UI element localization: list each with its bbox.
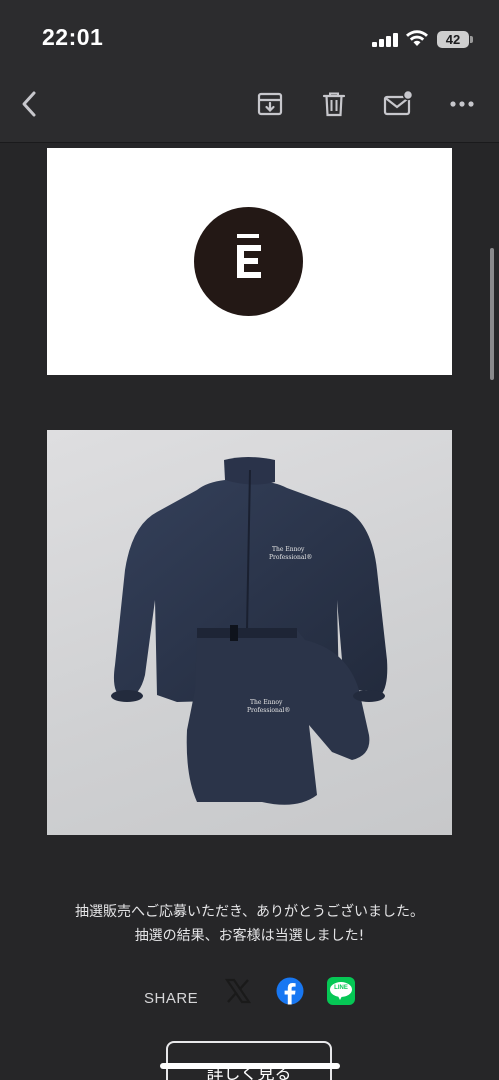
delete-button[interactable] xyxy=(318,88,350,120)
message-line-1: 抽選販売へご応募いただき、ありがとうございました。 xyxy=(74,904,425,920)
status-time: 22:01 xyxy=(42,24,104,50)
ennoy-logo xyxy=(194,207,303,316)
x-logo-icon[interactable] xyxy=(224,977,252,1005)
message-line-2: 抽選の結果、お客様は当選しました! xyxy=(134,928,365,944)
mail-unread-icon xyxy=(383,90,413,116)
mail-toolbar xyxy=(0,70,499,143)
archive-download-icon xyxy=(257,92,283,116)
wifi-icon xyxy=(406,30,428,46)
pants-patch-line1: The Ennoy xyxy=(250,699,283,706)
battery-indicator: 42 xyxy=(437,31,473,48)
pants-patch-line2: Professional® xyxy=(247,707,290,714)
fleece-set-image: The Ennoy Professional® The Ennoy Profes… xyxy=(111,457,388,805)
line-icon[interactable]: LINE xyxy=(327,977,355,1005)
email-body: The Ennoy Professional® The Ennoy Profes… xyxy=(0,143,499,1080)
view-details-button[interactable]: 詳しく見る xyxy=(166,1041,332,1080)
more-button[interactable] xyxy=(446,88,478,120)
home-indicator[interactable] xyxy=(160,1063,340,1069)
share-label: SHARE xyxy=(144,990,199,1007)
archive-button[interactable] xyxy=(254,88,286,120)
jacket-patch-line1: The Ennoy xyxy=(272,546,305,553)
lottery-result-message: 抽選販売へご応募いただき、ありがとうございました。 抽選の結果、お客様は当選しま… xyxy=(0,900,499,948)
scrollbar[interactable] xyxy=(490,248,494,380)
brand-logo-banner xyxy=(47,148,452,375)
jacket-patch-line2: Professional® xyxy=(269,554,312,561)
trash-icon xyxy=(322,92,346,117)
product-photo: The Ennoy Professional® The Ennoy Profes… xyxy=(47,430,452,835)
cellular-signal-icon xyxy=(372,33,400,47)
back-button[interactable] xyxy=(14,88,46,120)
chevron-left-icon xyxy=(22,91,36,117)
more-dots-icon xyxy=(450,101,474,107)
line-icon-text: LINE xyxy=(334,985,348,991)
status-bar: 22:01 42 xyxy=(0,0,499,70)
mark-unread-button[interactable] xyxy=(382,88,414,120)
share-row: SHARE LINE xyxy=(0,975,499,1015)
facebook-icon[interactable] xyxy=(276,977,304,1005)
